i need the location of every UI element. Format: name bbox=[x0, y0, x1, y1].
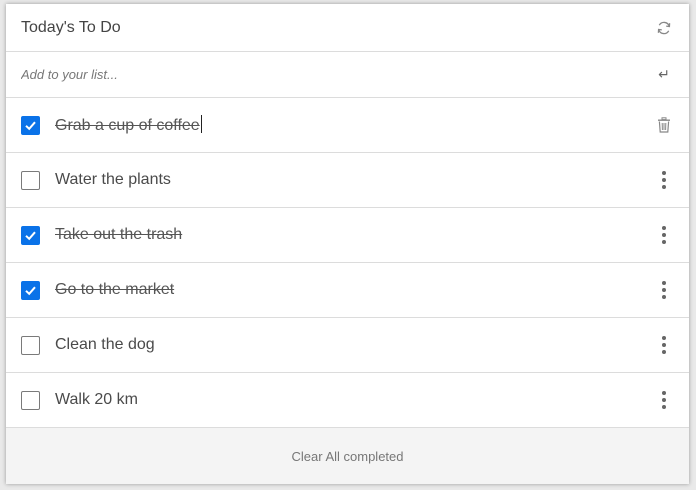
checkmark-icon bbox=[25, 231, 36, 240]
trash-icon[interactable] bbox=[654, 115, 674, 135]
clear-completed-button[interactable]: Clear All completed bbox=[292, 449, 404, 464]
refresh-icon[interactable] bbox=[654, 18, 674, 38]
checkmark-icon bbox=[25, 286, 36, 295]
item-label[interactable]: Water the plants bbox=[55, 171, 654, 189]
more-vertical-icon[interactable] bbox=[654, 280, 674, 300]
item-label[interactable]: Walk 20 km bbox=[55, 391, 654, 409]
item-label[interactable]: Clean the dog bbox=[55, 336, 654, 354]
item-label[interactable]: Go to the market bbox=[55, 281, 654, 299]
todo-list: Grab a cup of coffee Water the plants Take… bbox=[6, 98, 689, 428]
item-label[interactable]: Take out the trash bbox=[55, 226, 654, 244]
item-checkbox[interactable] bbox=[21, 170, 40, 190]
item-text: Take out the trash bbox=[55, 226, 183, 243]
footer: Clear All completed bbox=[6, 428, 689, 484]
more-vertical-icon[interactable] bbox=[654, 390, 674, 410]
list-item: Water the plants bbox=[6, 153, 689, 208]
add-item-input[interactable] bbox=[21, 67, 654, 82]
item-text: Go to the market bbox=[55, 281, 175, 298]
checkmark-icon bbox=[25, 121, 36, 130]
list-item: Clean the dog bbox=[6, 318, 689, 373]
item-text: Grab a cup of coffee bbox=[55, 117, 200, 134]
more-vertical-icon[interactable] bbox=[654, 170, 674, 190]
list-item: Walk 20 km bbox=[6, 373, 689, 428]
more-vertical-icon[interactable] bbox=[654, 335, 674, 355]
item-text: Walk 20 km bbox=[55, 391, 138, 408]
list-item: Grab a cup of coffee bbox=[6, 98, 689, 153]
item-text: Clean the dog bbox=[55, 336, 155, 353]
enter-icon[interactable]: ↵ bbox=[654, 65, 674, 85]
item-checkbox[interactable] bbox=[21, 115, 40, 135]
todo-card: Today's To Do ↵ Grab a cup of coffee Wate… bbox=[6, 4, 689, 484]
add-item-row: ↵ bbox=[6, 52, 689, 98]
list-item: Go to the market bbox=[6, 263, 689, 318]
item-checkbox[interactable] bbox=[21, 225, 40, 245]
more-vertical-icon[interactable] bbox=[654, 225, 674, 245]
list-item: Take out the trash bbox=[6, 208, 689, 263]
header: Today's To Do bbox=[6, 4, 689, 52]
page-title: Today's To Do bbox=[21, 18, 121, 36]
item-checkbox[interactable] bbox=[21, 280, 40, 300]
item-text: Water the plants bbox=[55, 171, 171, 188]
item-checkbox[interactable] bbox=[21, 335, 40, 355]
item-label[interactable]: Grab a cup of coffee bbox=[55, 115, 654, 135]
item-checkbox[interactable] bbox=[21, 390, 40, 410]
text-cursor bbox=[200, 115, 202, 133]
